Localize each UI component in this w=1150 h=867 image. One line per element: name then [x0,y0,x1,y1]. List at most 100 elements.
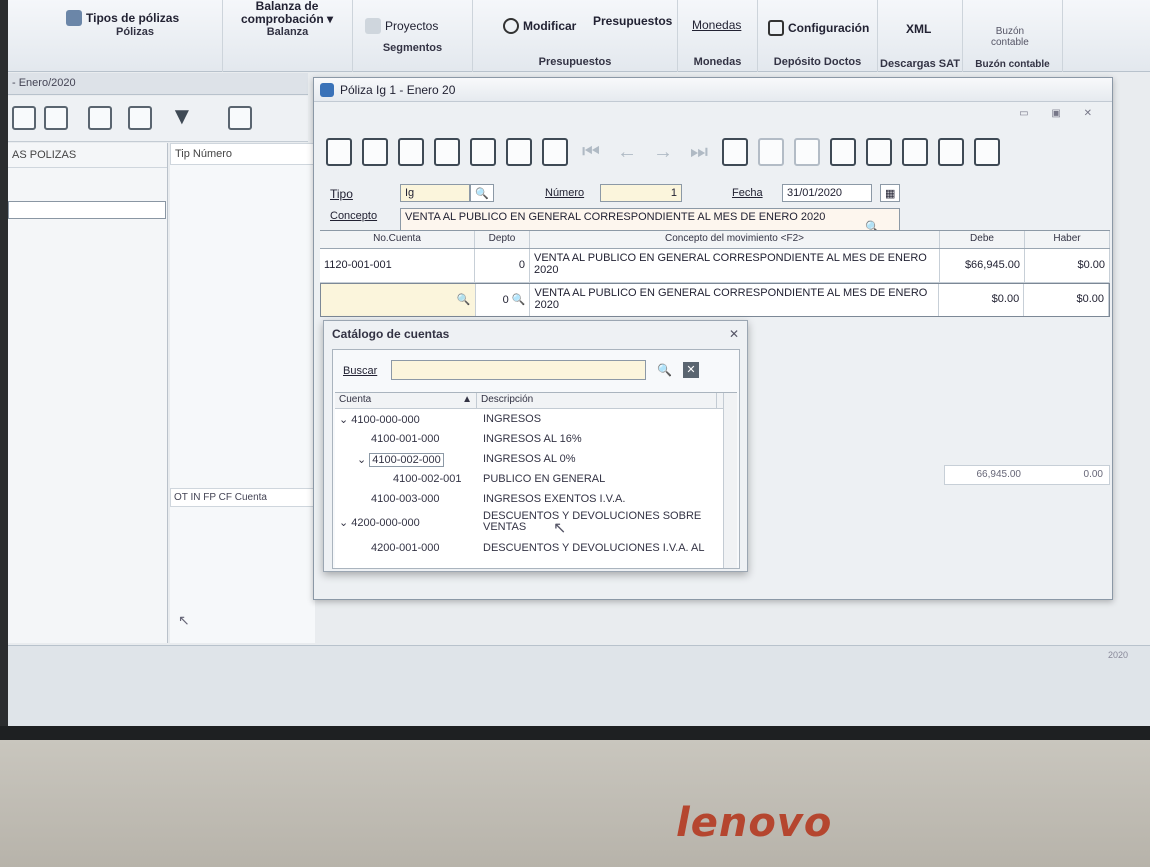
poliza-window-title: Póliza Ig 1 - Enero 20 [340,82,456,97]
cell-concepto[interactable]: VENTA AL PUBLICO EN GENERAL CORRESPONDIE… [530,284,940,316]
print-icon[interactable] [228,106,252,130]
attach-icon[interactable] [758,138,784,166]
document-tab[interactable]: - Enero/2020 [8,73,308,95]
ribbon-group-balanza: Balanza de comprobación ▾ Balanza [223,0,353,72]
configuracion-button[interactable]: Configuración [768,20,869,36]
buzon-contable-button[interactable]: Buzón contable [991,26,1029,48]
col-depto: Depto [475,231,530,248]
cell-cuenta-input[interactable]: 🔍 [321,284,476,316]
cell-haber[interactable]: $0.00 [1024,284,1109,316]
balanza-button[interactable]: Balanza de comprobación ▾ [241,0,333,26]
search-icon[interactable]: 🔍 [657,363,672,377]
tree-cell-descripcion: PUBLICO EN GENERAL [483,473,606,485]
monedas-button[interactable]: Monedas [692,18,741,32]
delete-row-icon[interactable] [434,138,460,166]
depto-search-icon[interactable]: 🔍 [512,294,526,306]
tree-cell-cuenta: 4100-002-001 [393,473,462,485]
clear-icon[interactable]: ✕ [683,362,699,378]
tree-cell-cuenta: 4100-003-000 [371,493,440,505]
col-descripcion[interactable]: Descripción [477,393,717,408]
ribbon-label-segmentos: Segmentos [382,42,443,54]
window-controls[interactable]: ▭ ▣ ✕ [1019,108,1102,119]
search-document-icon[interactable] [830,138,856,166]
notes-icon[interactable] [902,138,928,166]
previous-record-icon[interactable]: ← [614,138,640,166]
polizas-list-header: Tip Número [170,143,315,165]
cell-debe: $66,945.00 [940,249,1025,282]
tree-cell-descripcion: DESCUENTOS Y DEVOLUCIONES SOBRE VENTAS [483,511,702,533]
numero-field[interactable]: 1 [600,184,682,202]
catalogo-search-row: Buscar 🔍 ✕ [339,360,734,382]
tipo-field[interactable]: Ig [400,184,470,202]
app-icon [320,82,334,97]
cell-debe[interactable]: $0.00 [939,284,1025,316]
polizas-list-panel: Tip Número OT IN FP CF Cuenta [170,143,315,643]
page-icon[interactable] [362,138,388,166]
col-debe: Debe [940,231,1025,248]
tree-row[interactable]: 4200-001-000 DESCUENTOS Y DEVOLUCIONES I.… [335,535,737,561]
money-icon[interactable] [866,138,892,166]
new-document-icon[interactable] [44,106,68,130]
copy-icon[interactable] [938,138,964,166]
cell-depto: 0 🔍 [476,284,531,316]
modificar-button[interactable]: Modificar [503,18,576,34]
col-cuenta[interactable]: Cuenta ▲ [335,393,477,408]
tree-row[interactable]: 4100-002-001 PUBLICO EN GENERAL [335,469,737,489]
next-record-icon[interactable]: → [650,138,676,166]
list-icon[interactable] [326,138,352,166]
tree-row[interactable]: 4100-001-000 INGRESOS AL 16% [335,429,737,449]
proyectos-button[interactable]: Proyectos [365,18,438,34]
print-icon[interactable] [542,138,568,166]
document-stack-icon[interactable] [470,138,496,166]
table-row-active[interactable]: 🔍 0 🔍 VENTA AL PUBLICO EN GENERAL CORRES… [320,283,1110,317]
buscar-input[interactable] [391,360,646,380]
paste-icon[interactable] [128,106,152,130]
poliza-window-titlebar: Póliza Ig 1 - Enero 20 [314,78,1112,102]
exit-icon[interactable] [974,138,1000,166]
concepto-label: Concepto [330,210,378,222]
refresh-icon[interactable] [12,106,36,130]
total-haber: 0.00 [1083,469,1103,480]
ribbon-group-segmentos: Proyectos Segmentos [353,0,473,72]
presupuestos-button[interactable]: Presupuestos [593,14,672,28]
tree-row[interactable]: ⌄ 4100-000-000 INGRESOS [335,409,737,429]
left-panel-selected-row[interactable] [8,201,166,219]
left-panel: AS POLIZAS [8,143,168,643]
calculator-icon[interactable] [722,138,748,166]
document-icon [66,10,82,26]
expand-chevron-icon[interactable]: ⌄ [357,454,369,466]
fecha-field[interactable]: 31/01/2020 [782,184,872,202]
tree-row[interactable]: ⌄ 4100-002-000 INGRESOS AL 0% [335,449,737,469]
mouse-cursor-icon: ↖ [553,520,567,537]
report-icon[interactable] [506,138,532,166]
tree-cell-cuenta: 4200-001-000 [371,542,440,554]
tipo-search-icon[interactable]: 🔍 [470,184,494,202]
add-row-icon[interactable] [398,138,424,166]
expand-chevron-icon[interactable]: ⌄ [339,517,351,529]
ribbon-label-polizas: Pólizas [116,26,154,38]
first-record-icon[interactable]: ⏮ [578,138,604,166]
fecha-label: Fecha [732,187,763,199]
table-row[interactable]: 1120-001-001 0 VENTA AL PUBLICO EN GENER… [320,249,1110,283]
scrollbar[interactable] [723,393,737,568]
cuentas-tree: Cuenta ▲ Descripción ⌄ 4100-000-000 INGRE… [335,392,737,568]
laptop-bezel [0,740,1150,867]
last-record-icon[interactable]: ⏭ [686,138,712,166]
xml-button[interactable]: XML [906,22,931,36]
cuenta-search-icon[interactable]: 🔍 [457,294,471,306]
ribbon-label-descargas: Descargas SAT [880,58,960,70]
calendar-icon[interactable]: ▦ [880,184,900,202]
filter-icon[interactable]: ▼ [170,105,194,130]
screen: Tipos de pólizas Pólizas Balanza de comp… [8,0,1150,740]
catalogo-body: Buscar 🔍 ✕ Cuenta ▲ Descripción ⌄ 4100-0… [332,349,740,569]
copy-icon[interactable] [88,106,112,130]
tree-row[interactable]: 4100-003-000 INGRESOS EXENTOS I.V.A. [335,489,737,509]
tipos-polizas-button[interactable]: Tipos de pólizas [66,10,179,26]
tree-row[interactable]: ⌄ 4200-000-000 DESCUENTOS Y DEVOLUCIONES … [335,509,737,535]
tree-header: Cuenta ▲ Descripción [335,393,737,409]
link-icon[interactable] [794,138,820,166]
close-icon[interactable]: ✕ [729,327,739,341]
expand-chevron-icon[interactable]: ⌄ [339,414,351,426]
cell-haber: $0.00 [1025,249,1110,282]
left-toolbar: ▼ [8,96,308,142]
